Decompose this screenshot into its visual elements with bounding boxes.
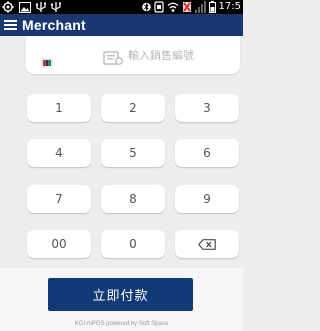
key-6[interactable]: 6 — [175, 139, 239, 167]
footer-credit: KGI mPOS powered by Soft Space — [74, 321, 169, 327]
status-bar-right: 17:5 — [141, 1, 241, 13]
hamburger-menu-icon[interactable] — [4, 19, 19, 31]
app-bar-title: Merchant — [22, 17, 86, 33]
key-2[interactable]: 2 — [101, 94, 165, 122]
battery-icon — [208, 1, 216, 13]
clock-time: 17:5 — [218, 1, 241, 12]
key-0[interactable]: 0 — [101, 230, 165, 258]
signal-icon — [194, 1, 206, 13]
usb-icon — [36, 2, 46, 12]
no-sim-icon — [182, 2, 191, 12]
wifi-icon — [167, 2, 178, 12]
key-1[interactable]: 1 — [27, 94, 91, 122]
key-8[interactable]: 8 — [101, 185, 165, 213]
key-7[interactable]: 7 — [27, 185, 91, 213]
app-bar: Merchant — [0, 14, 243, 36]
status-bar: 17:5 — [0, 0, 243, 14]
key-9[interactable]: 9 — [175, 185, 239, 213]
card-logo-icon — [41, 58, 53, 68]
key-4[interactable]: 4 — [27, 139, 91, 167]
usb-icon — [51, 2, 61, 12]
key-3[interactable]: 3 — [175, 94, 239, 122]
status-bar-left — [2, 1, 61, 13]
backspace-key[interactable] — [175, 230, 239, 258]
bluetooth-icon — [141, 2, 151, 12]
pay-now-button[interactable]: 立即付款 — [48, 278, 193, 311]
backspace-icon — [198, 238, 216, 250]
receipt-icon — [103, 51, 123, 65]
nfc-icon — [153, 1, 164, 13]
image-icon — [19, 1, 31, 13]
sales-id-input[interactable]: 輸入銷售編號 — [128, 49, 228, 63]
key-00[interactable]: 00 — [27, 230, 91, 258]
key-5[interactable]: 5 — [101, 139, 165, 167]
target-icon — [2, 1, 14, 13]
